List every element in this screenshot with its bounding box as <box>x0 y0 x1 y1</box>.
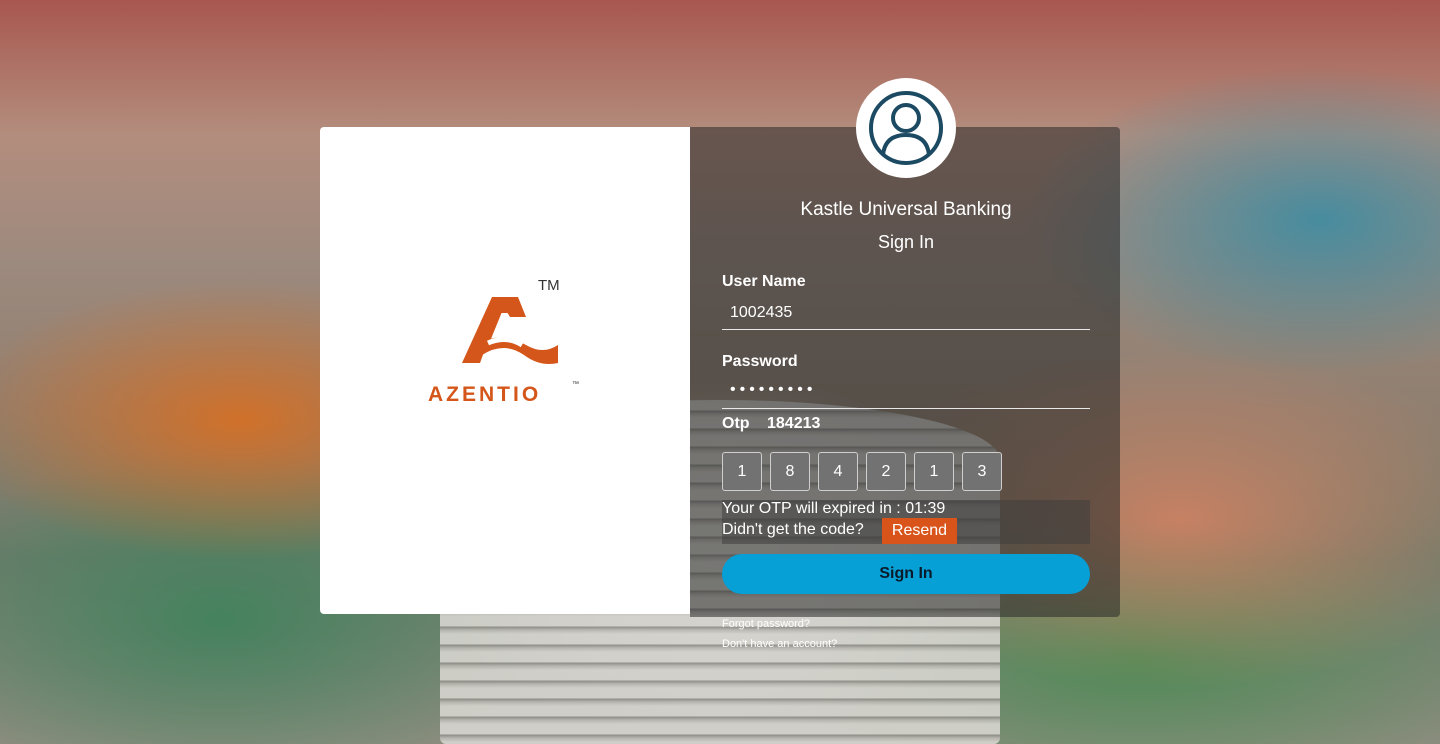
otp-digit-2[interactable]: 8 <box>770 452 810 491</box>
username-label: User Name <box>722 273 806 290</box>
otp-digit-1[interactable]: 1 <box>722 452 762 491</box>
forgot-password-link[interactable]: Forgot password? <box>722 618 810 630</box>
logo-wordmark: AZENTIO <box>428 383 542 406</box>
otp-digit-6[interactable]: 3 <box>962 452 1002 491</box>
otp-digit-4[interactable]: 2 <box>866 452 906 491</box>
bank-name: Kastle Universal Banking <box>800 199 1012 220</box>
signin-button[interactable]: Sign In <box>722 554 1090 594</box>
no-code-text: Didn't get the code? <box>722 521 864 538</box>
user-avatar-icon <box>856 78 956 178</box>
azentio-logo: TM AZENTIO ™ <box>428 277 588 407</box>
resend-button[interactable]: Resend <box>882 518 957 544</box>
otp-digit-inputs: 1 8 4 2 1 3 <box>722 452 1002 491</box>
trademark-small: ™ <box>572 381 579 388</box>
azentio-mark-icon <box>462 297 558 364</box>
password-label: Password <box>722 353 798 370</box>
otp-digit-5[interactable]: 1 <box>914 452 954 491</box>
otp-status: Your OTP will expired in : 01:39 Didn't … <box>722 500 1090 544</box>
otp-label: Otp <box>722 415 750 432</box>
username-input[interactable] <box>722 296 1090 330</box>
otp-value: 184213 <box>767 415 821 432</box>
otp-digit-3[interactable]: 4 <box>818 452 858 491</box>
signup-link[interactable]: Don't have an account? <box>722 638 837 650</box>
otp-expiry-text: Your OTP will expired in : 01:39 <box>722 500 946 517</box>
trademark-symbol: TM <box>538 277 560 294</box>
brand-panel: TM AZENTIO ™ <box>320 127 690 614</box>
form-title: Sign In <box>877 232 935 252</box>
password-input[interactable]: ••••••••• <box>722 375 1090 409</box>
